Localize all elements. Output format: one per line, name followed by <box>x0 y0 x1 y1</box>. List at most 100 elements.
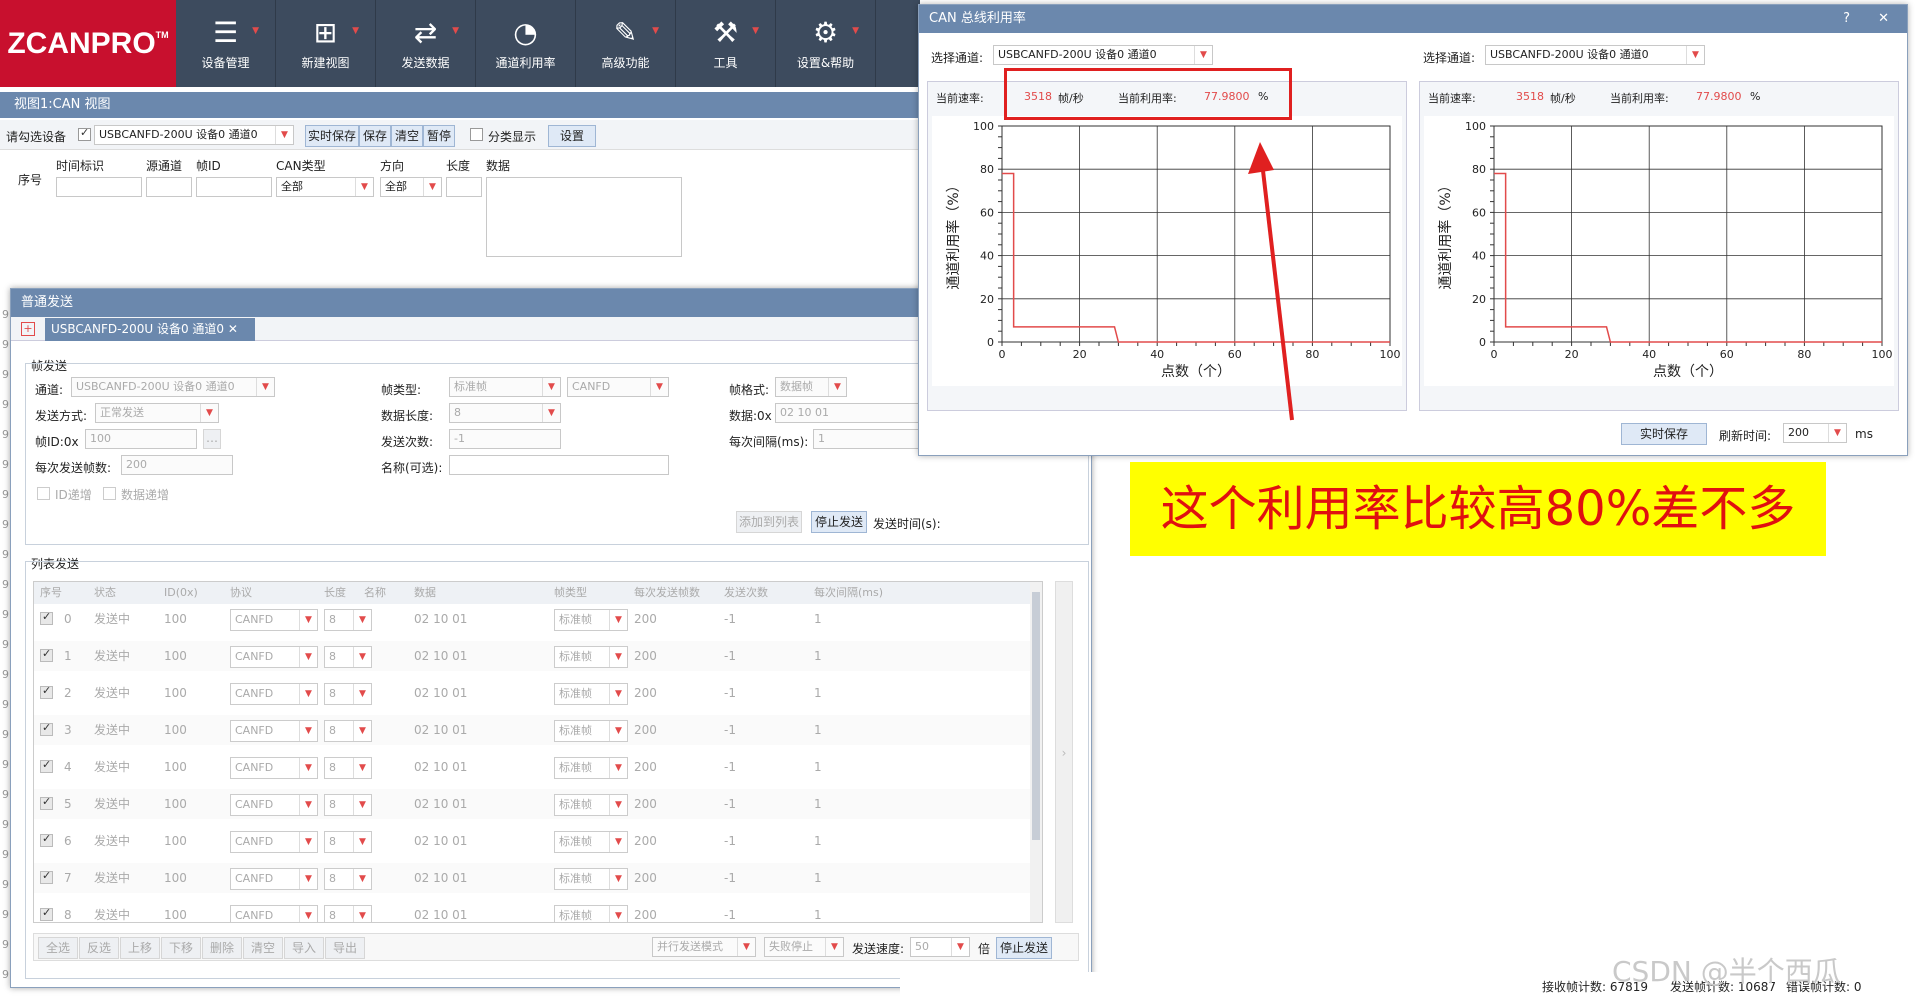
list-collapse-handle[interactable]: › <box>1055 581 1073 923</box>
table-row[interactable]: 7发送中10002 10 01200-11CANFD▼8▼标准帧▼ <box>34 863 1042 893</box>
clear-button[interactable]: 清空 <box>391 125 423 147</box>
fail-stop-select[interactable]: 失败停止 ▼ <box>764 937 844 957</box>
list-scrollbar[interactable] <box>1030 582 1042 922</box>
row-len-select[interactable]: 8 ▼ <box>324 831 372 853</box>
row-len-select[interactable]: 8 ▼ <box>324 646 372 668</box>
row-ftype-select[interactable]: 标准帧 ▼ <box>554 683 628 705</box>
tab-device[interactable]: USBCANFD-200U 设备0 通道0 ✕ <box>45 318 255 341</box>
row-ftype-select[interactable]: 标准帧 ▼ <box>554 757 628 779</box>
bus-window-controls[interactable]: ? ✕ <box>1843 5 1901 33</box>
row-checkbox[interactable] <box>40 684 53 699</box>
data-inc-checkbox[interactable] <box>103 487 116 500</box>
realtime-save-button[interactable]: 实时保存 <box>305 125 359 147</box>
speed-select[interactable]: 50 ▼ <box>910 937 970 957</box>
row-ftype-select[interactable]: 标准帧 ▼ <box>554 794 628 816</box>
table-row[interactable]: 2发送中10002 10 01200-11CANFD▼8▼标准帧▼ <box>34 678 1042 708</box>
name-input[interactable] <box>449 455 669 475</box>
row-ftype-select[interactable]: 标准帧 ▼ <box>554 720 628 742</box>
parallel-mode-select[interactable]: 并行发送模式 ▼ <box>652 937 756 957</box>
row-len-select[interactable]: 8 ▼ <box>324 905 372 922</box>
toolbar-advanced-button[interactable]: ✎ 高级功能 ▼ <box>576 0 676 87</box>
row-proto-select[interactable]: CANFD ▼ <box>230 683 318 705</box>
channel-select[interactable]: USBCANFD-200U 设备0 通道0 ▼ <box>71 377 275 397</box>
row-len-select[interactable]: 8 ▼ <box>324 757 372 779</box>
device-checkbox[interactable] <box>78 126 91 141</box>
row-len-select[interactable]: 8 ▼ <box>324 868 372 890</box>
list-action-button[interactable]: 导入 <box>284 937 324 959</box>
bus-window-titlebar[interactable]: CAN 总线利用率? ✕ <box>919 5 1907 33</box>
filter-dir[interactable]: 全部 ▼ <box>380 177 442 197</box>
toolbar-device-manage-button[interactable]: ☰ 设备管理 ▼ <box>176 0 276 87</box>
row-checkbox[interactable] <box>40 869 53 884</box>
frameformat-select[interactable]: 数据帧 ▼ <box>775 377 847 397</box>
stop-send-button[interactable]: 停止发送 <box>811 511 867 533</box>
list-action-button[interactable]: 反选 <box>79 937 119 959</box>
table-row[interactable]: 3发送中10002 10 01200-11CANFD▼8▼标准帧▼ <box>34 715 1042 745</box>
row-len-select[interactable]: 8 ▼ <box>324 683 372 705</box>
row-proto-select[interactable]: CANFD ▼ <box>230 646 318 668</box>
count-input[interactable]: -1 <box>449 429 561 449</box>
table-row[interactable]: 1发送中10002 10 01200-11CANFD▼8▼标准帧▼ <box>34 641 1042 671</box>
frameid-input[interactable]: 100 <box>85 429 197 449</box>
table-row[interactable]: 6发送中10002 10 01200-11CANFD▼8▼标准帧▼ <box>34 826 1042 856</box>
row-proto-select[interactable]: CANFD ▼ <box>230 905 318 922</box>
row-proto-select[interactable]: CANFD ▼ <box>230 868 318 890</box>
row-proto-select[interactable]: CANFD ▼ <box>230 831 318 853</box>
toolbar-tools-button[interactable]: ⚒ 工具 ▼ <box>676 0 776 87</box>
toolbar-new-view-button[interactable]: ⊞ 新建视图 ▼ <box>276 0 376 87</box>
list-action-button[interactable]: 全选 <box>38 937 78 959</box>
list-action-button[interactable]: 导出 <box>325 937 365 959</box>
filter-time[interactable] <box>56 177 142 197</box>
close-icon[interactable]: ✕ <box>228 322 238 336</box>
filter-src[interactable] <box>146 177 192 197</box>
row-checkbox[interactable] <box>40 758 53 773</box>
add-to-list-button[interactable]: 添加到列表 <box>736 511 802 533</box>
filter-len[interactable] <box>446 177 482 197</box>
usage-channel-select[interactable]: USBCANFD-200U 设备0 通道0 ▼ <box>1485 45 1705 65</box>
table-row[interactable]: 5发送中10002 10 01200-11CANFD▼8▼标准帧▼ <box>34 789 1042 819</box>
row-checkbox[interactable] <box>40 795 53 810</box>
frametype-select[interactable]: 标准帧 ▼ <box>449 377 561 397</box>
row-ftype-select[interactable]: 标准帧 ▼ <box>554 646 628 668</box>
classify-checkbox[interactable] <box>470 128 483 141</box>
row-proto-select[interactable]: CANFD ▼ <box>230 609 318 631</box>
list-action-button[interactable]: 上移 <box>120 937 160 959</box>
send-mode-select[interactable]: 正常发送 ▼ <box>95 403 219 423</box>
list-action-button[interactable]: 下移 <box>161 937 201 959</box>
id-inc-checkbox[interactable] <box>37 487 50 500</box>
perframes-input[interactable]: 200 <box>121 455 233 475</box>
row-proto-select[interactable]: CANFD ▼ <box>230 794 318 816</box>
row-proto-select[interactable]: CANFD ▼ <box>230 757 318 779</box>
toolbar-channel-usage-button[interactable]: ◔ 通道利用率 <box>476 0 576 87</box>
table-row[interactable]: 4发送中10002 10 01200-11CANFD▼8▼标准帧▼ <box>34 752 1042 782</box>
row-ftype-select[interactable]: 标准帧 ▼ <box>554 609 628 631</box>
list-stop-send-button[interactable]: 停止发送 <box>996 937 1052 959</box>
toolbar-settings-button[interactable]: ⚙ 设置&帮助 ▼ <box>776 0 876 87</box>
pause-button[interactable]: 暂停 <box>423 125 455 147</box>
list-action-button[interactable]: 删除 <box>202 937 242 959</box>
table-row[interactable]: 8发送中10002 10 01200-11CANFD▼8▼标准帧▼ <box>34 900 1042 922</box>
usage-channel-select[interactable]: USBCANFD-200U 设备0 通道0 ▼ <box>993 45 1213 65</box>
filter-data[interactable] <box>486 177 682 257</box>
refresh-select[interactable]: 200 ▼ <box>1783 423 1847 443</box>
filter-frameid[interactable] <box>196 177 272 197</box>
row-checkbox[interactable] <box>40 721 53 736</box>
table-row[interactable]: 0发送中10002 10 01200-11CANFD▼8▼标准帧▼ <box>34 604 1042 634</box>
row-ftype-select[interactable]: 标准帧 ▼ <box>554 868 628 890</box>
datalen-select[interactable]: 8 ▼ <box>449 403 561 423</box>
toolbar-send-data-button[interactable]: ⇄ 发送数据 ▼ <box>376 0 476 87</box>
row-len-select[interactable]: 8 ▼ <box>324 609 372 631</box>
scrollbar-thumb[interactable] <box>1032 592 1040 840</box>
protocol-select[interactable]: CANFD ▼ <box>567 377 669 397</box>
row-checkbox[interactable] <box>40 610 53 625</box>
row-checkbox[interactable] <box>40 906 53 921</box>
row-ftype-select[interactable]: 标准帧 ▼ <box>554 905 628 922</box>
row-proto-select[interactable]: CANFD ▼ <box>230 720 318 742</box>
row-checkbox[interactable] <box>40 832 53 847</box>
device-select[interactable]: USBCANFD-200U 设备0 通道0 ▼ <box>94 125 294 145</box>
save-button[interactable]: 保存 <box>359 125 391 147</box>
row-checkbox[interactable] <box>40 647 53 662</box>
interval-input[interactable]: 1 <box>813 429 925 449</box>
row-len-select[interactable]: 8 ▼ <box>324 720 372 742</box>
list-action-button[interactable]: 清空 <box>243 937 283 959</box>
